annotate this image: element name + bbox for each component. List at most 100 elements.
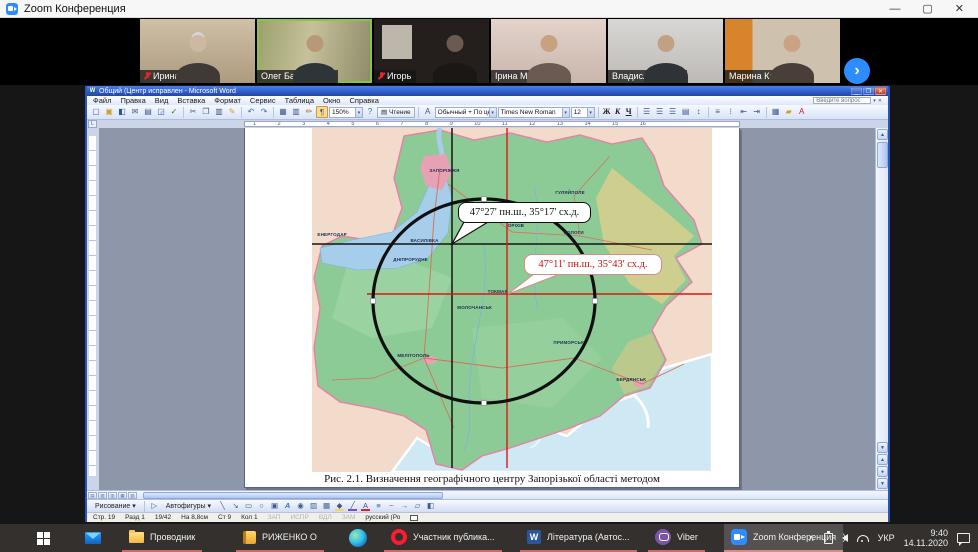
word-minimize-button[interactable]: _ [851,87,862,95]
columns-icon[interactable]: ▥ [290,106,302,118]
reading-view-button[interactable]: ▨ [128,492,137,499]
select-objects-icon[interactable]: ▷ [149,501,160,511]
speaker-icon[interactable] [842,534,848,542]
highlight-icon[interactable]: ▰ [783,106,795,118]
undo-icon[interactable]: ↶ [245,106,257,118]
help-icon[interactable]: ? [364,106,376,118]
clipart-icon[interactable]: ▨ [308,501,319,511]
numbered-list-icon[interactable]: ≡ [712,106,724,118]
taskbar-word-literature-button[interactable]: W Література (Автос... [520,524,637,552]
zoom-minimize-button[interactable]: — [889,0,900,18]
new-document-icon[interactable]: ▢ [90,106,102,118]
video-tile[interactable]: Ірина Макєєва [491,19,606,83]
taskbar-viber-button[interactable]: Viber [648,524,705,552]
line-tool-icon[interactable]: ╲ [217,501,228,511]
action-center-icon[interactable] [957,533,970,543]
video-tile[interactable]: Игорь [374,19,489,83]
arrow-tool-icon[interactable]: ↘ [230,501,241,511]
word-restore-button[interactable]: ❐ [863,87,874,95]
previous-page-button[interactable]: ▲ [877,454,888,465]
paste-icon[interactable]: ▥ [213,106,225,118]
next-page-button[interactable]: ▼ [877,478,888,489]
email-icon[interactable]: ✉ [129,106,141,118]
h-scrollbar-thumb[interactable] [143,492,443,499]
horizontal-ruler[interactable]: L 1 2 3 4 5 6 7 8 9 10 11 12 13 14 15 16 [87,120,888,128]
ask-dropdown-icon[interactable]: ▾ [873,98,876,104]
italic-button[interactable]: К [613,106,623,118]
drawing-toolbar-toggle-icon[interactable]: ✏ [303,106,315,118]
video-tile[interactable]: Марина Киричок [725,19,840,83]
font-combo[interactable]: Times New Roman▾ [498,107,570,118]
taskbar-clock[interactable]: 9:40 14.11.2020 [904,528,948,549]
wifi-icon[interactable] [857,535,869,542]
menu-insert[interactable]: Вставка [177,96,205,105]
select-browse-object-button[interactable]: ● [877,466,888,477]
menu-tools[interactable]: Сервис [250,96,276,105]
normal-view-button[interactable]: ▤ [88,492,97,499]
menu-table[interactable]: Таблица [285,96,314,105]
rectangle-tool-icon[interactable]: ▭ [243,501,254,511]
insert-picture-icon[interactable]: ▦ [321,501,332,511]
tray-chevron-icon[interactable]: ∧ [808,533,815,544]
vertical-ruler[interactable] [87,128,99,490]
usb-device-icon[interactable] [824,533,833,544]
oval-tool-icon[interactable]: ○ [256,501,267,511]
shadow-style-icon[interactable]: ▱ [412,501,423,511]
three-d-style-icon[interactable]: ◧ [425,501,436,511]
web-layout-button[interactable]: ▧ [98,492,107,499]
bold-button[interactable]: Ж [602,106,612,118]
scroll-down-button[interactable]: ▼ [877,442,888,453]
word-titlebar[interactable]: W Общий (Центр исправлен - Microsoft Wor… [87,86,888,96]
print-preview-icon[interactable]: ◲ [155,106,167,118]
font-size-combo[interactable]: 12▾ [571,107,595,118]
line-color-icon[interactable]: ╱ [347,501,358,511]
increase-indent-icon[interactable]: ⇥ [751,106,763,118]
style-combo[interactable]: Обычный + По це▾ [435,107,497,118]
insert-table-icon[interactable]: ▦ [277,106,289,118]
ask-close-icon[interactable]: ✕ [878,98,882,104]
menu-edit[interactable]: Правка [120,96,145,105]
zoom-maximize-button[interactable]: ▢ [922,0,932,18]
fill-color-icon[interactable]: ◆ [334,501,345,511]
draw-menu-button[interactable]: Рисование ▾ [91,501,140,511]
video-tile-active-speaker[interactable]: Олег Байтеряков [257,19,372,83]
document-page[interactable]: ЗАПОРІЖЖЯ ЕНЕРГОДАР ВАСИЛІВКА ДНІПРОРУДН… [244,128,740,488]
justify-icon[interactable]: ▤ [680,106,692,118]
cut-icon[interactable]: ✂ [187,106,199,118]
zoom-close-button[interactable]: ✕ [955,0,964,18]
zoom-dropdown-icon[interactable]: ▾ [355,108,362,117]
ask-question-input[interactable] [813,97,871,104]
styles-pane-icon[interactable]: A [422,106,434,118]
word-close-button[interactable]: ✕ [875,87,886,95]
redo-icon[interactable]: ↷ [258,106,270,118]
decrease-indent-icon[interactable]: ⇤ [738,106,750,118]
open-icon[interactable]: ▣ [103,106,115,118]
menu-help[interactable]: Справка [349,96,378,105]
font-color-icon[interactable]: A [796,106,808,118]
menu-view[interactable]: Вид [155,96,169,105]
autoshapes-menu-button[interactable]: Автофигуры ▾ [162,501,215,511]
scrollbar-thumb[interactable] [877,142,888,168]
print-icon[interactable]: ▤ [142,106,154,118]
start-button[interactable] [30,524,57,552]
keyboard-language[interactable]: УКР [878,533,895,543]
style-dropdown-icon[interactable]: ▾ [489,108,496,117]
taskbar-ryzhenko-button[interactable]: РИЖЕНКО О [236,524,324,552]
bullet-list-icon[interactable]: ⁝ [725,106,737,118]
reading-mode-button[interactable]: ▤ Чтение [377,107,415,118]
wordart-icon[interactable]: A [282,501,293,511]
vertical-scrollbar[interactable]: ▲ ▼ ▲ ● ▼ [875,128,888,490]
font-dropdown-icon[interactable]: ▾ [562,108,569,117]
horizontal-scrollbar[interactable]: ▤ ▧ ▥ ▦ ▨ [87,490,888,499]
zoom-combo[interactable]: 150%▾ [329,107,363,118]
taskbar-opera-document-button[interactable]: Участник публика... [384,524,502,552]
video-tile[interactable]: Ирина Донец [140,19,255,83]
text-box-icon[interactable]: ▣ [269,501,280,511]
diagram-icon[interactable]: ◉ [295,501,306,511]
copy-icon[interactable]: ❐ [200,106,212,118]
show-formatting-marks-icon[interactable]: ¶ [316,106,328,118]
menu-format[interactable]: Формат [214,96,241,105]
menu-window[interactable]: Окно [323,96,340,105]
taskbar-explorer-button[interactable]: Проводник [122,524,202,552]
save-icon[interactable]: ◧ [116,106,128,118]
